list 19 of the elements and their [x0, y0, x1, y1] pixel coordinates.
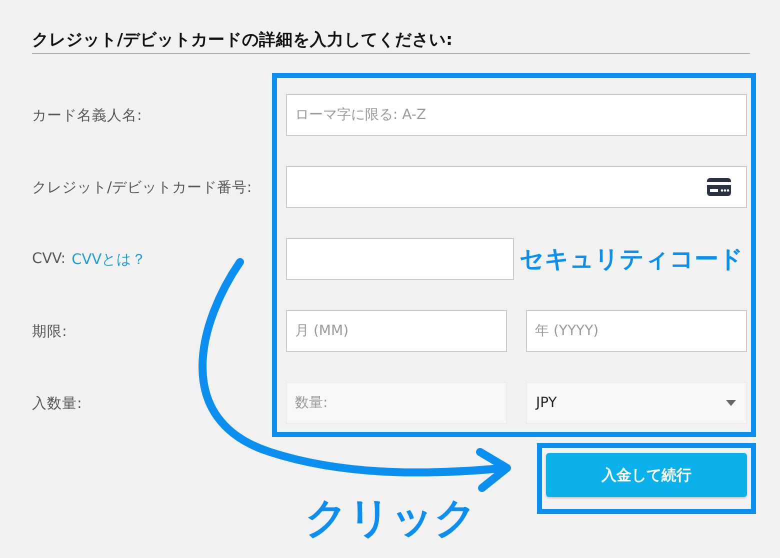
input-field[interactable]: ローマ字に限る: A-Z [286, 94, 747, 136]
annotation-label: クリック [305, 492, 477, 544]
amount-field[interactable]: 数量: [286, 382, 507, 424]
credit-card-icon [707, 178, 731, 196]
form-heading: クレジット/デビットカードの詳細を入力してください: [32, 28, 750, 54]
caret-icon [726, 400, 736, 406]
card-number-field[interactable] [286, 166, 747, 208]
input-field[interactable] [286, 238, 514, 280]
input-field[interactable]: 月 (MM) [286, 310, 507, 352]
field-label: クレジット/デビットカード番号: [32, 178, 252, 196]
field-label: CVV: [32, 251, 66, 267]
field-label: 入数量: [32, 394, 82, 412]
help-link[interactable]: CVVとは？ [72, 250, 147, 268]
input-field[interactable]: 年 (YYYY) [526, 310, 747, 352]
currency-select[interactable]: JPY [526, 382, 747, 424]
field-label: カード名義人名: [32, 106, 142, 124]
field-label: 期限: [32, 322, 67, 340]
deposit-button[interactable]: 入金して続行 [546, 453, 747, 497]
annotation-label: セキュリティコード [520, 244, 744, 275]
